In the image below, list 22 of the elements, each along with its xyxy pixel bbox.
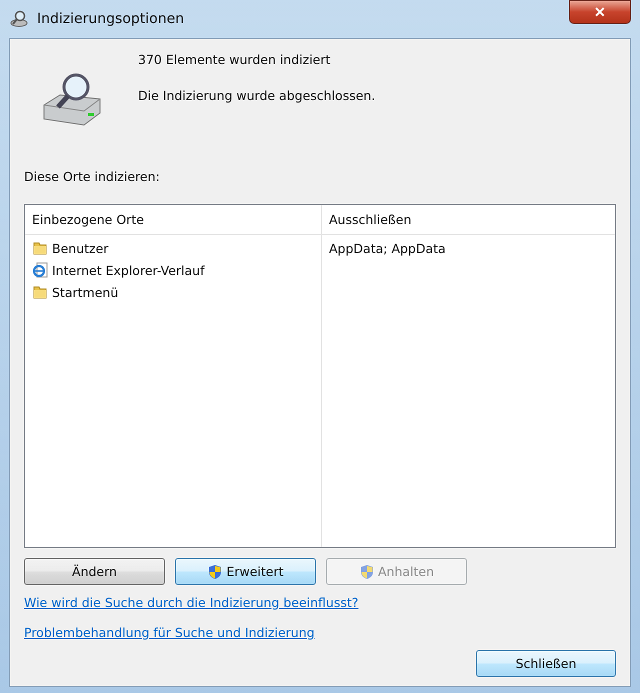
indexed-count: 370 Elemente wurden indiziert [138,52,332,67]
action-button[interactable]: Erweitert [175,558,316,585]
action-button[interactable]: Ändern [24,558,165,585]
search-options-icon [9,9,29,29]
window-title: Indizierungsoptionen [37,11,184,27]
help-link[interactable]: Wie wird die Suche durch die Indizierung beeinflusst? [24,595,358,610]
section-label: Diese Orte indizieren: [24,169,161,184]
shield-icon [207,564,224,580]
folder-icon [32,240,48,256]
browser-icon [32,262,48,278]
shield-icon [358,564,375,580]
folder-icon [32,284,48,300]
help-link[interactable]: Problembehandlung für Suche und Indizierung [24,625,315,640]
close-dialog-button[interactable]: Schließen [476,650,616,677]
status-message: Die Indizierung wurde abgeschlossen. [138,88,376,103]
close-button[interactable]: ✕ [569,0,631,24]
location-name[interactable]: Internet Explorer-Verlauf [52,262,204,278]
exclusion-text: AppData; AppData [329,240,446,256]
location-name[interactable]: Startmenü [52,284,118,300]
column-header[interactable]: Einbezogene Orte [25,205,322,234]
location-name[interactable]: Benutzer [52,240,108,256]
column-header[interactable]: Ausschließen [322,205,615,234]
